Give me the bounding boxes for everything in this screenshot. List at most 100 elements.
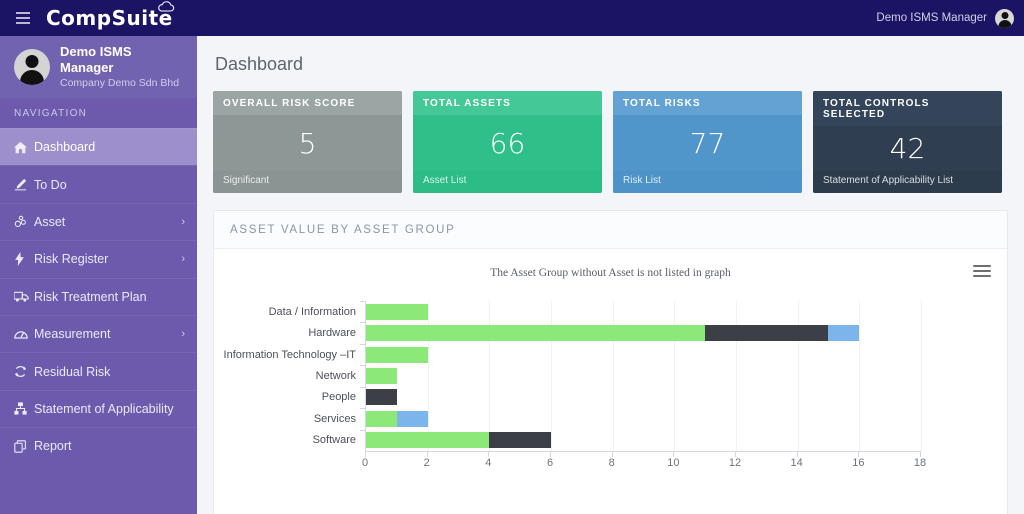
y-axis-category-label: Services [313, 412, 356, 425]
x-axis-tick-label: 10 [667, 457, 680, 469]
y-axis-category-label: Information Technology –IT [223, 348, 356, 361]
dashboard-page: CompSuite Demo ISMS Manager Demo ISMS Ma… [0, 0, 1024, 514]
stat-card[interactable]: OVERALL RISK SCORE 5 Significant [213, 91, 402, 193]
sidebar-item-report[interactable]: Report [0, 427, 197, 464]
chart-area: The Asset Group without Asset is not lis… [214, 249, 1007, 514]
topbar-user-area[interactable]: Demo ISMS Manager [876, 8, 1014, 28]
sidebar-item-label: Risk Treatment Plan [34, 289, 147, 304]
stat-card-value: 77 [689, 126, 726, 160]
top-navigation-bar: CompSuite Demo ISMS Manager [0, 0, 1024, 36]
x-axis-tick-label: 14 [790, 457, 803, 469]
x-axis-tick-label: 6 [546, 457, 554, 469]
x-axis-tick-label: 4 [485, 457, 492, 469]
sidebar-item-label: Residual Risk [34, 364, 111, 379]
stat-card-value: 5 [298, 126, 317, 160]
chart-bar-segment[interactable] [705, 325, 829, 342]
main-content: Dashboard OVERALL RISK SCORE 5 Significant… [197, 36, 1024, 514]
bolt-icon [14, 252, 34, 267]
sidebar-item-measurement[interactable]: Measurement › [0, 314, 197, 352]
hamburger-icon[interactable] [6, 0, 40, 36]
home-icon [14, 141, 34, 154]
refresh-icon [14, 365, 34, 378]
y-axis-category-label: Network [315, 370, 356, 382]
y-axis-category-label: Data / Information [268, 305, 356, 318]
stat-card[interactable]: TOTAL RISKS 77 Risk List [613, 91, 802, 193]
panel-title: ASSET VALUE BY ASSET GROUP [214, 211, 1007, 249]
stat-card-title: TOTAL CONTROLS SELECTED [813, 91, 1002, 126]
copy-icon [14, 440, 34, 453]
avatar [14, 49, 50, 85]
chart-bar[interactable] [366, 430, 551, 450]
x-axis-line [365, 451, 920, 452]
x-axis-tick-label: 2 [423, 457, 430, 469]
stat-card-footer-link[interactable]: Risk List [613, 171, 802, 193]
sidebar-item-dashboard[interactable]: Dashboard [0, 128, 197, 166]
chart-bar-segment[interactable] [366, 410, 397, 427]
chevron-right-icon: › [181, 328, 185, 341]
sidebar-item-asset[interactable]: Asset › [0, 202, 197, 240]
stat-card-title: TOTAL RISKS [613, 91, 802, 115]
sidebar: Demo ISMS Manager Company Demo Sdn Bhd N… [0, 36, 197, 514]
stat-card-title: OVERALL RISK SCORE [213, 91, 402, 115]
avatar[interactable] [995, 8, 1014, 28]
chart-bar-segment[interactable] [489, 432, 551, 449]
y-axis-category-label: Hardware [308, 327, 356, 340]
chart-bar-segment[interactable] [366, 303, 428, 320]
sidebar-item-to-do[interactable]: To Do [0, 165, 197, 202]
sidebar-nav-list: Dashboard To Do Asset › Risk Register › Risk T… [0, 128, 197, 465]
sidebar-item-label: Risk Register [34, 252, 109, 267]
assets-icon [14, 215, 34, 228]
chart-bar[interactable] [366, 366, 397, 386]
sidebar-item-label: Report [34, 439, 72, 454]
truck-icon [14, 290, 34, 303]
stat-card-footer-link[interactable]: Significant [213, 171, 402, 193]
plot-area [360, 301, 922, 451]
sidebar-item-statement-of-applicability[interactable]: Statement of Applicability [0, 389, 197, 427]
chart-bar-segment[interactable] [366, 346, 428, 363]
brand-logo[interactable]: CompSuite [46, 1, 174, 30]
x-axis-tick-label: 12 [728, 457, 742, 469]
chart-bar-segment[interactable] [366, 432, 490, 449]
sidebar-item-label: Dashboard [34, 140, 96, 155]
nav-section-heading: NAVIGATION [0, 98, 197, 128]
chart-bar-segment[interactable] [366, 368, 397, 384]
x-axis-tick-label: 18 [913, 457, 927, 469]
chart-bar[interactable] [366, 345, 428, 365]
stat-card-title: TOTAL ASSETS [413, 91, 602, 115]
chart-bar-segment[interactable] [828, 325, 860, 342]
chart-bar[interactable] [366, 387, 397, 407]
stat-card[interactable]: TOTAL ASSETS 66 Asset List [413, 91, 602, 193]
cloud-icon [157, 1, 174, 12]
hamburger-menu-icon[interactable] [973, 265, 991, 277]
sidebar-item-risk-register[interactable]: Risk Register › [0, 240, 197, 277]
sidebar-item-label: Measurement [34, 327, 111, 342]
sidebar-item-label: Asset [34, 214, 66, 229]
y-axis-category-label: Software [312, 434, 356, 447]
chart-bar[interactable] [366, 409, 428, 429]
sidebar-item-residual-risk[interactable]: Residual Risk [0, 352, 197, 389]
chart-bar-segment[interactable] [396, 410, 428, 427]
x-axis-tick-label: 16 [852, 457, 865, 469]
brand-name: CompSuite [46, 6, 173, 30]
sidebar-item-label: Statement of Applicability [34, 401, 174, 416]
sidebar-item-label: To Do [34, 177, 67, 192]
sidebar-profile[interactable]: Demo ISMS Manager Company Demo Sdn Bhd [0, 36, 197, 98]
chevron-right-icon: › [181, 215, 185, 228]
stat-card[interactable]: TOTAL CONTROLS SELECTED 42 Statement of Ap… [813, 91, 1002, 193]
sidebar-item-risk-treatment-plan[interactable]: Risk Treatment Plan [0, 277, 197, 315]
topbar-username: Demo ISMS Manager [876, 12, 987, 24]
grid-line [921, 301, 922, 451]
stat-card-footer-link[interactable]: Asset List [413, 171, 602, 193]
chart-bar[interactable] [366, 302, 428, 322]
grid-line [859, 301, 861, 451]
sitemap-icon [14, 402, 34, 416]
stat-card-footer-link[interactable]: Statement of Applicability List [813, 171, 1002, 193]
y-axis-labels: Data / Information Hardware Information Te… [214, 301, 364, 451]
stat-card-value: 66 [489, 126, 526, 160]
chart-plot: Data / Information Hardware Information Te… [214, 301, 1007, 501]
gauge-icon [14, 328, 34, 341]
chart-bar-segment[interactable] [366, 389, 397, 406]
chart-title: The Asset Group without Asset is not lis… [490, 267, 731, 279]
chart-bar[interactable] [366, 323, 860, 343]
chart-bar-segment[interactable] [366, 325, 706, 342]
